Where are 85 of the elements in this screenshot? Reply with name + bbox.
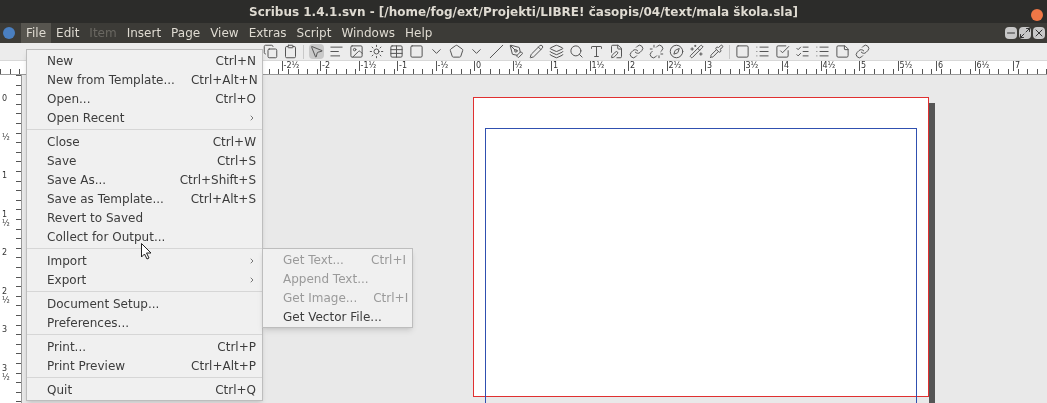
menu-item[interactable]: Revert to Saved — [27, 208, 262, 227]
ruler-label: 4½ — [820, 60, 836, 71]
menu-item[interactable]: Preferences... — [27, 313, 262, 332]
menu-item[interactable]: Save As... Ctrl+Shift+S — [27, 170, 262, 189]
menu-item[interactable]: Open... Ctrl+O — [27, 89, 262, 108]
square-icon[interactable] — [409, 44, 424, 60]
app-logo-icon — [3, 27, 15, 40]
menu[interactable]: Edit — [51, 23, 85, 44]
list-icon[interactable] — [755, 44, 770, 60]
menu[interactable]: Help — [399, 23, 438, 44]
pen-icon[interactable] — [509, 44, 524, 60]
image-frame-icon[interactable] — [349, 44, 364, 60]
ruler-label: 2 — [2, 248, 9, 257]
ruler-label: 6½ — [974, 60, 990, 71]
window-title: Scribus 1.4.1.svn - [/home/fog/ext/Projekti/LIBRE! časopis/04/text/mala škola.sla] — [249, 3, 798, 21]
edit-text-icon[interactable] — [589, 44, 604, 60]
ruler-label: 3½ — [743, 60, 759, 71]
pencil-icon[interactable] — [529, 44, 544, 60]
ruler-label: 1½ — [589, 60, 605, 71]
menu-item[interactable]: Import — [27, 251, 262, 270]
ruler-label: 3½ — [2, 363, 9, 382]
menu-item[interactable]: Close Ctrl+W — [27, 132, 262, 151]
line-icon[interactable] — [489, 44, 504, 60]
menu-item[interactable]: Quit Ctrl+Q — [27, 380, 262, 399]
menu-item[interactable]: Get Vector File... — [263, 307, 412, 326]
menu-item[interactable]: New Ctrl+N — [27, 51, 262, 70]
ruler-label: 2½ — [2, 286, 9, 305]
ruler-label: 1½ — [2, 209, 9, 228]
checkbox-icon[interactable] — [775, 44, 790, 60]
copy-icon[interactable] — [263, 44, 278, 60]
link-icon[interactable] — [629, 44, 644, 60]
ruler-label: -½ — [435, 60, 449, 71]
ruler-label: ½ — [2, 132, 9, 142]
ruler-label: 1 — [2, 171, 9, 180]
compass-icon[interactable] — [669, 44, 684, 60]
ruler-label: 6 — [936, 60, 944, 71]
ruler-label: 5½ — [897, 60, 913, 71]
menu-item[interactable]: Open Recent — [27, 108, 262, 127]
menu-item[interactable]: Print... Ctrl+P — [27, 337, 262, 356]
ruler-label: -2½ — [281, 60, 300, 71]
menu[interactable]: Extras — [243, 23, 292, 44]
ruler-label: 0 — [474, 60, 482, 71]
menu-item[interactable]: Collect for Output... — [27, 227, 262, 246]
close-icon[interactable] — [1033, 27, 1045, 40]
unlink-icon[interactable] — [649, 44, 664, 60]
menu[interactable]: Windows — [336, 23, 400, 44]
menu[interactable]: Script — [291, 23, 337, 44]
ruler-label: 1 — [551, 60, 559, 71]
ruler-label: 0 — [2, 94, 9, 103]
ruler-label: -1½ — [358, 60, 377, 71]
ruler-label: 3 — [705, 60, 713, 71]
story-editor-icon[interactable] — [609, 44, 624, 60]
ruler-label: 2½ — [666, 60, 682, 71]
restore-icon[interactable] — [1019, 27, 1031, 40]
ruler-label: -1 — [397, 60, 407, 71]
menu[interactable]: Page — [166, 23, 206, 44]
ruler-label: 2 — [628, 60, 636, 71]
menu[interactable]: File — [21, 23, 52, 44]
close-icon[interactable] — [1031, 9, 1043, 21]
note-icon[interactable] — [835, 44, 850, 60]
search-icon[interactable] — [569, 44, 584, 60]
menu[interactable]: Insert — [121, 23, 167, 44]
ruler-label: 7 — [1013, 60, 1021, 71]
menu-item[interactable]: Save as Template... Ctrl+Alt+S — [27, 189, 262, 208]
ruler-label: -2 — [320, 60, 330, 71]
list-box-icon[interactable] — [815, 44, 830, 60]
menu-item[interactable]: Print Preview Ctrl+Alt+P — [27, 356, 262, 375]
wand-icon[interactable] — [689, 44, 704, 60]
menu-item[interactable]: Export — [27, 270, 262, 289]
eyedropper-icon[interactable] — [709, 44, 724, 60]
minimize-icon[interactable] — [1005, 27, 1017, 40]
ruler-label: 5 — [859, 60, 867, 71]
ruler-label: ½ — [512, 60, 523, 71]
menu-item[interactable]: New from Template... Ctrl+Alt+N — [27, 70, 262, 89]
pointer-icon[interactable] — [309, 44, 324, 60]
menu-item[interactable]: Document Setup... — [27, 294, 262, 313]
text-frame-icon[interactable] — [329, 44, 344, 60]
ruler-label: 4 — [782, 60, 790, 71]
table-icon[interactable] — [389, 44, 404, 60]
menu[interactable]: View — [205, 23, 244, 44]
pentagon-icon[interactable] — [449, 44, 464, 60]
mouse-cursor-icon — [141, 243, 152, 260]
menu-item[interactable]: Save Ctrl+S — [27, 151, 262, 170]
clipboard-icon[interactable] — [283, 44, 298, 60]
ruler-label: 3 — [2, 325, 9, 334]
